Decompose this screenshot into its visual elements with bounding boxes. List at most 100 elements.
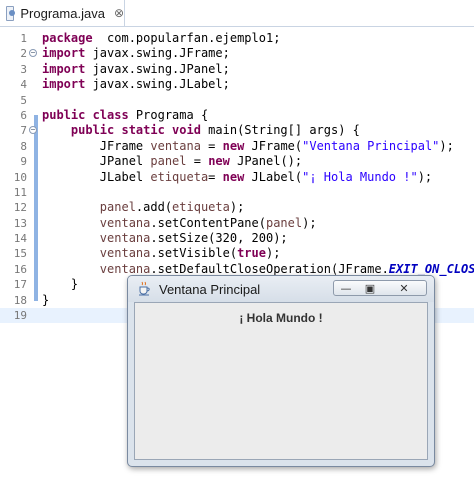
line-number: 2 [20,47,27,61]
code-line[interactable]: 10 JLabel etiqueta= new JLabel("¡ Hola M… [0,170,474,185]
line-number: 14 [13,232,27,246]
close-tab-icon[interactable]: ⊗ [114,7,124,19]
code-text: JFrame ventana = new JFrame("Ventana Pri… [42,139,454,154]
code-token: .setSize(320, 200); [150,231,288,246]
line-number: 15 [13,247,27,261]
code-token: com.popularfan.ejemplo1; [92,31,281,45]
hola-mundo-label: ¡ Hola Mundo ! [239,311,323,325]
content-panel: ¡ Hola Mundo ! [134,302,428,460]
code-line[interactable]: 4 import javax.swing.JLabel; [0,77,474,92]
code-token: ventana [99,215,151,230]
code-text: ventana.setSize(320, 200); [42,231,288,246]
fold-toggle-icon[interactable]: − [29,49,37,58]
code-token: ventana [99,261,151,276]
maximize-button[interactable]: ▣ [358,280,383,296]
code-text: package com.popularfan.ejemplo1; [42,31,280,46]
code-token: javax.swing.JPanel; [85,61,230,76]
code-token: .setDefaultCloseOperation(JFrame. [150,261,389,276]
code-token: javax.swing.JFrame; [85,46,230,61]
close-button[interactable]: ✕ [382,280,427,296]
line-number: 5 [20,93,27,107]
code-token: JFrame [42,138,151,153]
line-number: 3 [20,62,27,76]
minimize-icon: — [340,281,352,295]
line-number: 9 [20,155,27,169]
code-token: etiqueta [150,169,209,184]
code-text: public class Programa { [42,108,208,123]
code-line[interactable]: 5 [0,93,474,108]
window-title-bar[interactable]: Ventana Principal — ▣ ✕ [128,276,434,302]
code-line[interactable]: 15 ventana.setVisible(true); [0,246,474,261]
code-text: JPanel panel = new JPanel(); [42,154,302,169]
code-text: panel.add(etiqueta); [42,200,245,215]
jframe-window[interactable]: Ventana Principal — ▣ ✕ ¡ Hola Mundo ! [127,275,435,467]
code-text: } [42,293,49,308]
code-line[interactable]: 14 ventana.setSize(320, 200); [0,231,474,246]
code-text: import javax.swing.JFrame; [42,46,230,61]
code-token: public static void [70,123,201,138]
tab-programa-java[interactable]: Programa.java ⊗ [0,0,125,26]
code-token: package [42,31,93,45]
code-text: import javax.swing.JLabel; [42,77,230,92]
code-line[interactable]: 1 package com.popularfan.ejemplo1; [0,31,474,46]
code-token: JPanel(); [229,154,303,169]
code-token: JPanel [42,154,151,169]
maximize-icon: ▣ [364,281,376,295]
code-token: } [42,277,79,292]
code-token: etiqueta [172,200,230,215]
code-token: = [208,169,223,184]
code-token: ventana [99,246,151,261]
code-token: ); [265,246,281,261]
line-number: 8 [20,139,27,153]
code-text: } [42,277,78,292]
code-line[interactable]: 8 JFrame ventana = new JFrame("Ventana P… [0,139,474,154]
code-line[interactable]: 9 JPanel panel = new JPanel(); [0,154,474,169]
line-number: 17 [13,278,27,292]
code-line[interactable]: 13 ventana.setContentPane(panel); [0,216,474,231]
code-token: JLabel [42,169,151,184]
fold-toggle-icon[interactable]: − [29,126,37,135]
line-number: 4 [20,78,27,92]
editor-tab-bar: Programa.java ⊗ [0,0,474,27]
code-token: public class [42,107,129,122]
code-line[interactable]: 11 [0,185,474,200]
code-token: = [186,154,209,169]
code-token: JLabel( [244,169,303,184]
code-token: ); [439,138,454,153]
code-line[interactable]: 6 public class Programa { [0,108,474,123]
code-token: ); [229,200,245,215]
minimize-button[interactable]: — [333,280,359,296]
code-token: .add( [135,200,173,215]
code-token: .setContentPane( [150,215,266,230]
code-token: import [42,77,86,92]
code-token: new [208,154,230,169]
line-number: 18 [13,293,27,307]
code-line[interactable]: 12 panel.add(etiqueta); [0,200,474,215]
java-cup-icon [139,281,150,296]
code-line[interactable]: 2− import javax.swing.JFrame; [0,46,474,61]
code-text: public static void main(String[] args) { [42,123,360,138]
line-number: 10 [13,170,27,184]
window-title: Ventana Principal [159,282,261,297]
code-line[interactable]: 3 import javax.swing.JPanel; [0,62,474,77]
code-token: new [222,138,245,153]
code-token: main(String[] args) { [200,123,360,138]
code-token: true [237,246,266,261]
line-number: 7 [20,124,27,138]
line-number: 12 [13,201,27,215]
code-token: JFrame( [244,138,303,153]
code-token: ); [302,215,317,230]
code-token: import [42,61,86,76]
line-number: 16 [13,262,27,276]
code-token: "¡ Hola Mundo !" [302,169,418,184]
code-token: ); [417,169,433,184]
code-text: ventana.setVisible(true); [42,246,281,261]
code-token: EXIT_ON_CLOSE [388,261,474,276]
code-token: javax.swing.JLabel; [85,77,230,92]
code-line[interactable]: 7− public static void main(String[] args… [0,123,474,138]
